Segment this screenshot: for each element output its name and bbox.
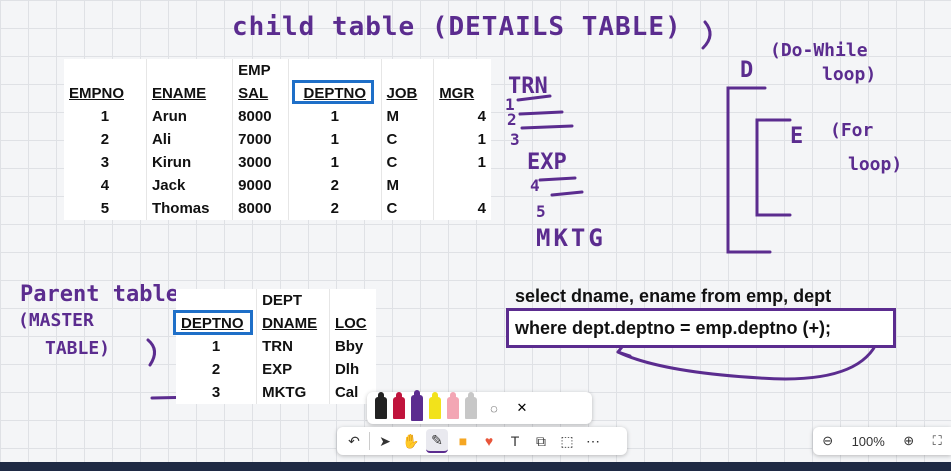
note-3: 3 xyxy=(510,130,520,149)
zoom-out-icon[interactable]: ⊖ xyxy=(822,433,833,449)
emp-header-row: EMPNO ENAME SAL DEPTNO JOB MGR xyxy=(64,80,491,105)
ink-paren xyxy=(701,20,712,50)
emp-header-top: EMP xyxy=(64,59,491,82)
dept-top-label: DEPT xyxy=(256,289,330,312)
master-label: (MASTER xyxy=(18,310,94,331)
dept-col-loc: LOC xyxy=(334,315,367,332)
dept-table: DEPT DEPTNO DNAME LOC 1 TRN Bby 2 EXP Dlh 3M… xyxy=(173,289,376,404)
bracket-d xyxy=(726,86,772,254)
lasso-icon[interactable]: ◌ xyxy=(483,397,505,419)
purple-pen-icon[interactable] xyxy=(411,390,423,421)
note-mktg: MKTG xyxy=(536,224,606,252)
master-label-2: TABLE) xyxy=(45,338,111,359)
col-deptno: DEPTNO xyxy=(288,80,382,105)
col-sal: SAL xyxy=(232,82,290,105)
table-row: 1 TRN Bby xyxy=(176,335,376,358)
bracket-e xyxy=(755,118,792,217)
table-row: 5 Thomas 8000 2 C 4 xyxy=(64,197,491,220)
text-icon[interactable]: T xyxy=(504,430,526,452)
pen-tray: ◌ ✕ xyxy=(367,390,592,424)
dept-col-dname: DNAME xyxy=(256,312,330,335)
do-while-loop: loop) xyxy=(822,64,877,85)
parent-table-title: Parent table xyxy=(20,282,179,307)
emp-top-label: EMP xyxy=(232,59,290,82)
col-ename: ENAME xyxy=(146,82,234,105)
emp-table: EMP EMPNO ENAME SAL DEPTNO JOB MGR 1 Arun… xyxy=(64,59,491,220)
taskbar xyxy=(0,462,951,471)
col-job: JOB xyxy=(381,82,435,105)
red-pen-icon[interactable] xyxy=(393,392,405,419)
deptno-highlight-box xyxy=(292,80,375,104)
pink-highlighter-icon[interactable] xyxy=(447,392,459,419)
table-row: 1 Arun 8000 1 M 4 xyxy=(64,105,491,128)
child-table-title: child table (DETAILS TABLE) xyxy=(232,12,682,42)
zoom-controls: ⊖ 100% ⊕ ⛶ xyxy=(813,427,951,455)
note-exp: EXP xyxy=(527,150,567,175)
shapes-icon[interactable]: ⧉ xyxy=(530,430,552,452)
query-line-2: where dept.deptno = emp.deptno (+); xyxy=(515,318,832,338)
note-2: 2 xyxy=(507,110,517,129)
zoom-in-icon[interactable]: ⊕ xyxy=(903,433,914,449)
pan-hand-icon[interactable]: ✋ xyxy=(400,430,422,452)
label-d: D xyxy=(740,58,754,83)
table-row: 2 EXP Dlh xyxy=(176,358,376,381)
table-row: 3 Kirun 3000 1 C 1 xyxy=(64,151,491,174)
dept-header-top: DEPT xyxy=(176,289,376,312)
templates-icon[interactable]: ⬚ xyxy=(556,430,578,452)
dept-deptno-highlight-box xyxy=(173,310,253,335)
fit-screen-icon[interactable]: ⛶ xyxy=(933,433,942,449)
more-icon[interactable]: ⋯ xyxy=(582,430,604,452)
yellow-highlighter-icon[interactable] xyxy=(429,392,441,419)
for-label: (For xyxy=(830,120,874,141)
note-4: 4 xyxy=(530,176,540,195)
table-row: 3 MKTG Cal xyxy=(176,381,376,404)
pen-tool-icon[interactable]: ✎ xyxy=(426,429,448,453)
dept-header-row: DEPTNO DNAME LOC xyxy=(173,310,376,335)
col-mgr: MGR xyxy=(439,85,475,102)
reactions-heart-icon[interactable]: ♥ xyxy=(478,430,500,452)
table-row: 4 Jack 9000 2 M xyxy=(64,174,491,197)
note-5: 5 xyxy=(536,202,546,221)
col-empno: EMPNO xyxy=(64,82,147,105)
label-e: E xyxy=(790,124,804,149)
do-while-label: (Do-While xyxy=(770,40,868,61)
table-row: 2 Ali 7000 1 C 1 xyxy=(64,128,491,151)
close-icon[interactable]: ✕ xyxy=(511,397,533,419)
zoom-level: 100% xyxy=(851,433,885,449)
eraser-icon[interactable] xyxy=(465,392,477,419)
dept-col-deptno: DEPTNO xyxy=(173,310,258,335)
black-pen-icon[interactable] xyxy=(375,392,387,419)
for-loop: loop) xyxy=(848,154,903,175)
query-highlight-box: where dept.deptno = emp.deptno (+); xyxy=(506,308,896,348)
sticky-note-icon[interactable]: ■ xyxy=(452,430,474,452)
select-icon[interactable]: ➤ xyxy=(374,430,396,452)
undo-icon[interactable]: ↶ xyxy=(343,430,365,452)
whiteboard-toolbar: ↶ ➤ ✋ ✎ ■ ♥ T ⧉ ⬚ ⋯ xyxy=(337,427,627,455)
query-line-1: select dname, ename from emp, dept xyxy=(515,286,832,306)
